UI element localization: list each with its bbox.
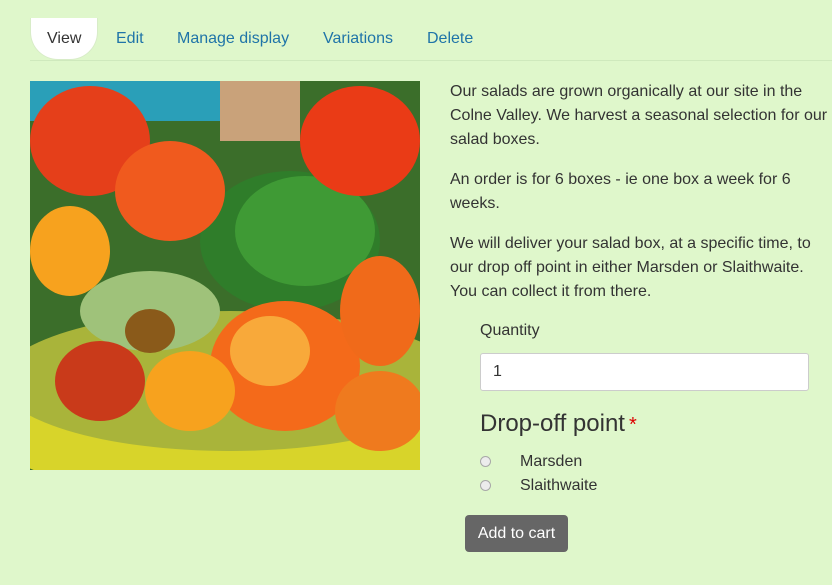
radio-button[interactable] <box>480 456 491 467</box>
description-paragraph: An order is for 6 boxes - ie one box a w… <box>450 171 791 212</box>
tab-delete[interactable]: Delete <box>427 18 473 60</box>
dropoff-title: Drop-off point * <box>480 410 637 438</box>
radio-label[interactable]: Marsden <box>520 450 582 474</box>
radio-button[interactable] <box>480 480 491 491</box>
tab-view[interactable]: View <box>30 18 98 60</box>
description-paragraph: We will deliver your salad box, at a spe… <box>450 235 811 300</box>
add-to-cart-button[interactable]: Add to cart <box>465 515 568 552</box>
product-image <box>30 81 420 470</box>
product-description: Our salads are grown organically at our … <box>450 80 832 320</box>
primary-tabs: View Edit Manage display Variations Dele… <box>30 18 832 61</box>
description-paragraph: Our salads are grown organically at our … <box>450 83 828 148</box>
required-marker: * <box>628 414 637 436</box>
tab-variations[interactable]: Variations <box>323 18 393 60</box>
quantity-label: Quantity <box>480 322 540 339</box>
radio-label[interactable]: Slaithwaite <box>520 474 597 498</box>
tab-edit[interactable]: Edit <box>116 18 144 60</box>
tab-manage-display[interactable]: Manage display <box>177 18 289 60</box>
dropoff-title-text: Drop-off point <box>480 410 625 437</box>
quantity-input[interactable] <box>480 353 809 391</box>
